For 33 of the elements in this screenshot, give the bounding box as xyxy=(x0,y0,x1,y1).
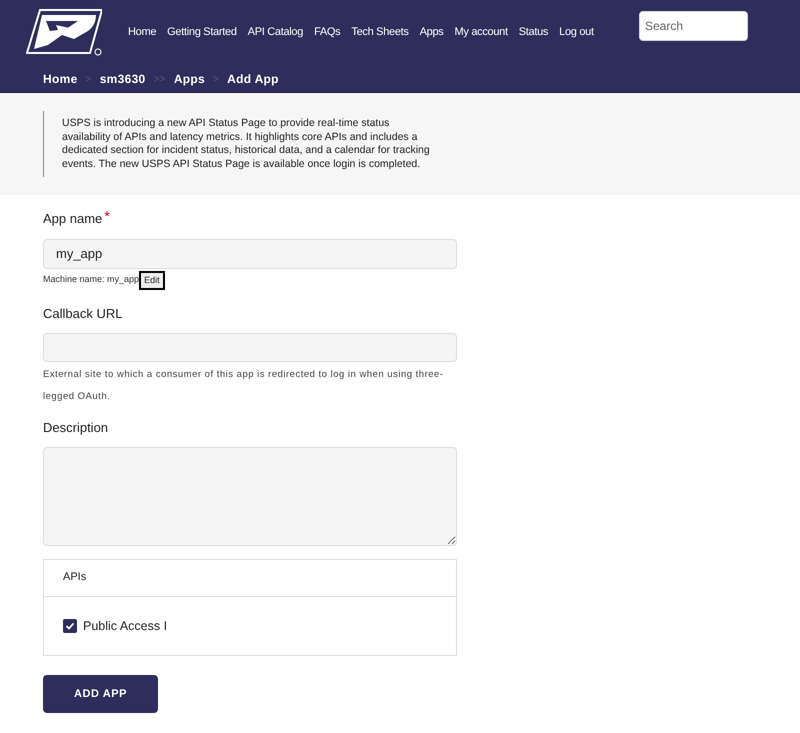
edit-button[interactable]: Edit xyxy=(139,270,165,290)
callback-url-field[interactable] xyxy=(43,333,457,362)
breadcrumb-link[interactable]: Home xyxy=(43,70,78,88)
nav-link[interactable]: My account xyxy=(454,24,508,40)
nav-link[interactable]: Log out xyxy=(559,24,594,40)
add-app-button[interactable]: ADD APP xyxy=(43,675,158,714)
nav-link[interactable]: Status xyxy=(518,24,548,40)
machine-name-text: Machine name: my_app xyxy=(43,273,140,286)
help-text: External site to which a consumer of this app is redirected to log in when using three-legged OAuth. xyxy=(43,368,444,404)
field-label: Callback URL xyxy=(43,304,124,322)
breadcrumb-link[interactable]: sm3630 xyxy=(100,70,146,88)
breadcrumb-link[interactable]: Add App xyxy=(227,70,279,88)
eagle-logo-icon[interactable] xyxy=(26,9,102,57)
checkbox-label[interactable]: Public Access I xyxy=(83,616,168,636)
nav-link[interactable]: API Catalog xyxy=(248,24,304,40)
nav-link[interactable]: Tech Sheets xyxy=(351,24,409,40)
field-label: Description xyxy=(43,419,110,437)
checkbox[interactable] xyxy=(63,618,77,633)
nav-link[interactable]: Getting Started xyxy=(167,24,237,40)
app-name-field[interactable]: my_app xyxy=(43,238,457,268)
search-field[interactable]: Search xyxy=(639,11,748,41)
nav-link[interactable]: Home xyxy=(128,24,156,40)
notice-text: USPS is introducing a new API Status Page to provide real-time status availability of APIs and latency metrics. It highlights core APIs and includes a dedicated section for incident status, historical data, and a calendar for tracking events. The new USPS API Status Page is available once login is completed. xyxy=(43,111,433,177)
nav-link[interactable]: Apps xyxy=(420,24,444,40)
panel-heading: APIs xyxy=(63,570,86,586)
description-field[interactable] xyxy=(43,446,457,546)
nav-link[interactable]: FAQs xyxy=(314,24,340,40)
breadcrumb-separator: > xyxy=(86,72,92,86)
breadcrumb-separator: >> xyxy=(154,72,166,86)
field-label: App name xyxy=(43,210,102,228)
breadcrumb-link[interactable]: Apps xyxy=(174,70,206,88)
breadcrumb-separator: > xyxy=(213,72,220,86)
required-mark: * xyxy=(104,209,110,223)
